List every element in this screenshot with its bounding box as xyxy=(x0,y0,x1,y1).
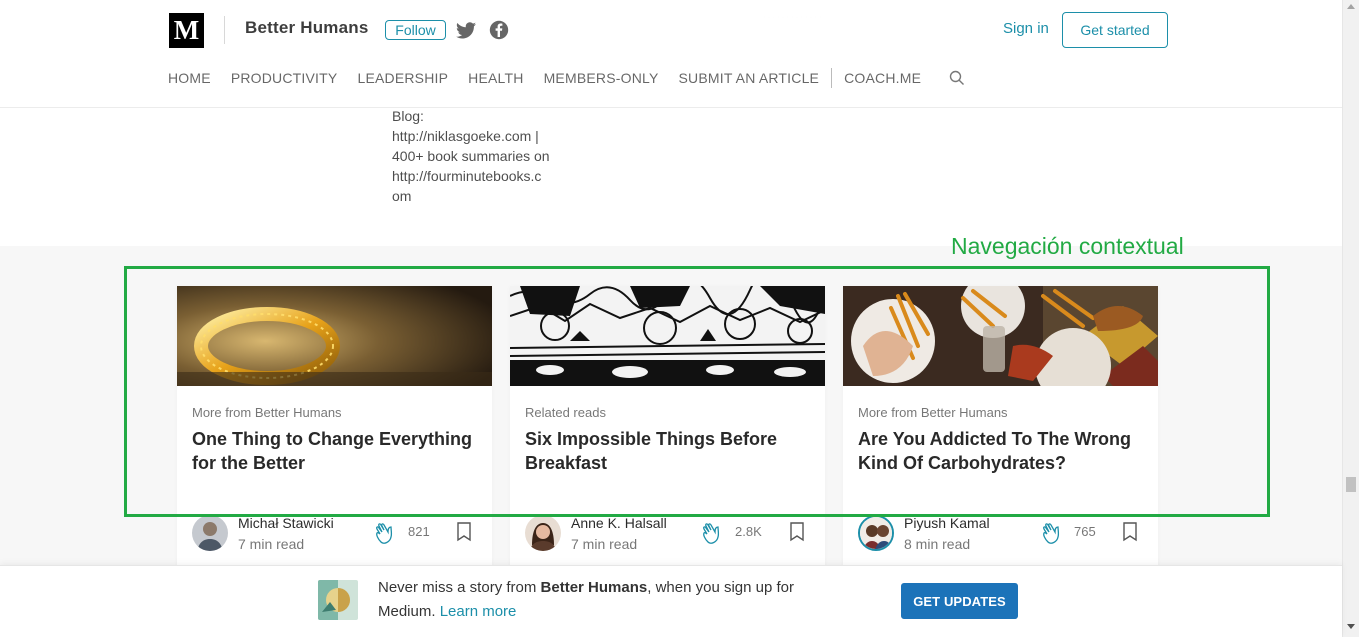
clap-count: 765 xyxy=(1074,524,1096,539)
clap-count: 2.8K xyxy=(735,524,762,539)
page: ····· ······ ············· M Better Huma… xyxy=(0,0,1359,637)
story-kicker: Related reads xyxy=(525,405,606,420)
publication-name[interactable]: Better Humans xyxy=(245,18,369,38)
publication-icon xyxy=(318,580,358,620)
read-time: 8 min read xyxy=(904,536,971,552)
scrollbar-thumb[interactable] xyxy=(1346,477,1356,492)
story-kicker: More from Better Humans xyxy=(858,405,1008,420)
nav-members-only[interactable]: MEMBERS-ONLY xyxy=(544,70,659,86)
signup-text-prefix: Never miss a story from xyxy=(378,579,541,596)
author-name[interactable]: Michał Stawicki xyxy=(238,515,334,531)
bio-line: Blog: xyxy=(392,108,424,124)
bio-line[interactable]: om xyxy=(392,186,562,206)
divider xyxy=(224,16,225,44)
read-time: 7 min read xyxy=(571,536,638,552)
annotation-label: Navegación contextual xyxy=(951,233,1184,259)
bio-line[interactable]: http://fourminutebooks.c xyxy=(392,166,562,186)
bookmark-icon[interactable] xyxy=(789,522,805,542)
story-title[interactable]: One Thing to Change Everything for the B… xyxy=(192,427,482,475)
signup-pub-name: Better Humans xyxy=(540,579,648,596)
scroll-down-arrow-icon[interactable] xyxy=(1347,624,1355,629)
nav-coach-me[interactable]: COACH.ME xyxy=(844,70,921,86)
clap-icon[interactable] xyxy=(373,520,399,546)
story-image-food[interactable] xyxy=(843,286,1158,386)
story-title[interactable]: Are You Addicted To The Wrong Kind Of Ca… xyxy=(858,427,1148,475)
nav-submit-an-article[interactable]: SUBMIT AN ARTICLE xyxy=(679,70,820,86)
follow-button[interactable]: Follow xyxy=(385,20,446,40)
avatar[interactable] xyxy=(525,515,561,551)
bio-line: 400+ book summaries on xyxy=(392,148,550,164)
top-navigation-bar: M Better Humans Follow Sign in Get start… xyxy=(0,0,1342,108)
twitter-icon[interactable] xyxy=(455,19,477,41)
story-card[interactable]: Related reads Six Impossible Things Befo… xyxy=(510,286,825,576)
bio-line[interactable]: http://niklasgoeke.com | xyxy=(392,126,562,146)
nav-productivity[interactable]: PRODUCTIVITY xyxy=(231,70,338,86)
story-image-tea-party[interactable] xyxy=(510,286,825,386)
facebook-icon[interactable] xyxy=(488,19,510,41)
sign-in-link[interactable]: Sign in xyxy=(1003,20,1049,37)
avatar[interactable] xyxy=(858,515,894,551)
bookmark-icon[interactable] xyxy=(1122,522,1138,542)
clap-icon[interactable] xyxy=(1040,520,1066,546)
nav-leadership[interactable]: LEADERSHIP xyxy=(357,70,448,86)
publication-nav: HOME PRODUCTIVITY LEADERSHIP HEALTH MEMB… xyxy=(168,68,967,88)
story-card[interactable]: More from Better Humans One Thing to Cha… xyxy=(177,286,492,576)
author-name[interactable]: Anne K. Halsall xyxy=(571,515,667,531)
clap-count: 821 xyxy=(408,524,430,539)
get-started-button[interactable]: Get started xyxy=(1062,12,1168,48)
bookmark-icon[interactable] xyxy=(456,522,472,542)
avatar[interactable] xyxy=(192,515,228,551)
search-icon[interactable] xyxy=(947,68,967,88)
signup-message: Never miss a story from Better Humans, w… xyxy=(378,576,838,624)
author-name[interactable]: Piyush Kamal xyxy=(904,515,990,531)
get-updates-button[interactable]: GET UPDATES xyxy=(901,583,1018,619)
medium-logo[interactable]: M xyxy=(169,13,204,48)
story-title[interactable]: Six Impossible Things Before Breakfast xyxy=(525,427,815,475)
author-bio: Blog: http://niklasgoeke.com | 400+ book… xyxy=(392,106,562,206)
story-card[interactable]: More from Better Humans Are You Addicted… xyxy=(843,286,1158,576)
clap-icon[interactable] xyxy=(700,520,726,546)
story-kicker: More from Better Humans xyxy=(192,405,342,420)
scroll-up-arrow-icon[interactable] xyxy=(1347,4,1355,9)
learn-more-link[interactable]: Learn more xyxy=(440,603,517,620)
nav-home[interactable]: HOME xyxy=(168,70,211,86)
story-image-ring[interactable] xyxy=(177,286,492,386)
nav-health[interactable]: HEALTH xyxy=(468,70,523,86)
vertical-scrollbar[interactable] xyxy=(1342,0,1359,637)
nav-divider xyxy=(831,68,833,88)
read-time: 7 min read xyxy=(238,536,305,552)
signup-banner: Never miss a story from Better Humans, w… xyxy=(0,565,1342,637)
